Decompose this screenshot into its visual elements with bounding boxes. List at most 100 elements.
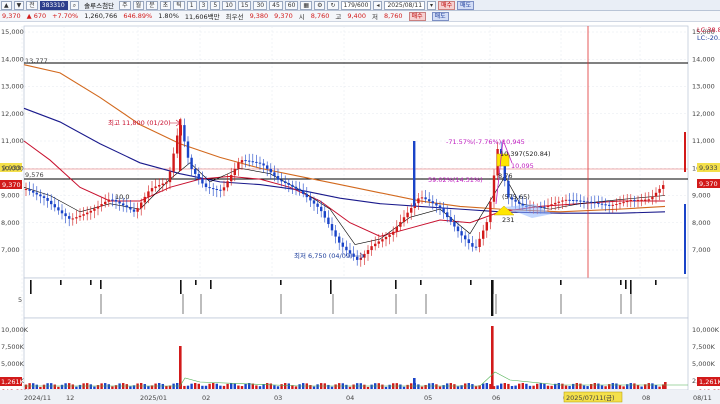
search-icon[interactable]: ⌕: [69, 0, 80, 10]
left-mark-resistance: 13,777: [25, 57, 48, 65]
candle-body: [222, 187, 226, 191]
candle-body: [86, 212, 89, 215]
mid-bar-dark: [30, 280, 32, 294]
volume-bar: [485, 383, 488, 389]
period-second-button[interactable]: 초: [159, 0, 172, 10]
volume-bar: [557, 383, 560, 389]
candle-body: [287, 183, 290, 185]
volume-bar: [172, 383, 175, 389]
candle-body: [276, 176, 280, 180]
ask-price: 9,380: [249, 12, 269, 20]
x-end-label: 08/11: [693, 394, 712, 402]
sell-button[interactable]: 매도: [457, 0, 475, 10]
interval-button-45[interactable]: 45: [269, 0, 283, 10]
candle-body: [474, 246, 478, 248]
candle-body: [492, 175, 496, 202]
candle-body: [370, 246, 373, 251]
mid-bar-gray: [200, 294, 202, 314]
interval-button-60[interactable]: 60: [284, 0, 299, 10]
arrow-down-button[interactable]: ▼: [13, 0, 25, 10]
quote-buy-button[interactable]: 매수: [408, 11, 426, 21]
period-month-button[interactable]: 월: [132, 0, 145, 10]
volume-bar: [586, 386, 589, 389]
volume-bar: [629, 383, 632, 389]
volume-bar: [615, 383, 618, 389]
volume-bar: [582, 385, 586, 389]
period-week-button[interactable]: 주: [119, 0, 131, 10]
buy-button[interactable]: 매수: [438, 0, 456, 10]
full-button[interactable]: 전: [26, 0, 38, 10]
price-tick-left: 13,000: [1, 83, 24, 91]
candle-body: [604, 204, 607, 206]
interval-button-5[interactable]: 5: [210, 0, 221, 10]
volume-bar: [327, 384, 330, 389]
candle-body: [640, 199, 643, 201]
stock-code-input[interactable]: 383310: [39, 0, 68, 10]
candle-body: [356, 256, 359, 260]
count-field[interactable]: 179/600: [340, 0, 372, 10]
mid-bar-gray: [182, 294, 184, 314]
interval-button-3[interactable]: 3: [198, 0, 209, 10]
volume-bar: [491, 326, 494, 389]
volume-bar: [147, 386, 150, 389]
candle-body: [255, 161, 258, 163]
candle-body: [39, 194, 42, 197]
candle-body: [75, 217, 78, 219]
min-mark-annotation: 10,0: [115, 193, 129, 201]
volume-bar: [276, 386, 280, 389]
volume-bar: [575, 383, 578, 389]
candle-body: [294, 186, 298, 189]
candle-body: [266, 165, 269, 169]
volume-bar: [572, 383, 575, 389]
candle-body: [597, 203, 600, 205]
candle-body: [230, 175, 233, 182]
pref-label: 최우선: [225, 13, 244, 21]
price-tick-left: 12,000: [1, 110, 24, 118]
volume-bar: [237, 385, 240, 389]
candle-body: [35, 192, 38, 195]
date-field[interactable]: 2025/08/11: [384, 0, 426, 10]
left-mark-support: 9,576: [25, 171, 44, 179]
stock-chart[interactable]: 최고 11,800 (01/20) 최저 6,750 (04/09) 59.02…: [0, 22, 720, 404]
volume-bar: [111, 386, 114, 389]
low-annotation: 최저 6,750 (04/09): [294, 251, 353, 260]
candle-body: [71, 218, 74, 220]
mid-bar-dark: [100, 280, 102, 289]
candle-body: [50, 200, 53, 205]
volume-bar: [309, 385, 312, 389]
ma-legend-2: LC:-20.55: [697, 34, 720, 42]
candle-body: [215, 188, 218, 190]
interval-button-15[interactable]: 15: [237, 0, 252, 10]
mid-bar-dark: [560, 280, 562, 285]
candle-body: [633, 199, 636, 201]
quote-sell-button[interactable]: 매도: [431, 11, 449, 21]
volume-tick-right: 10,000K: [692, 326, 720, 334]
volume-bar: [215, 383, 218, 389]
volume-bar: [593, 383, 596, 389]
val-annotation-1: 10,945: [502, 138, 525, 146]
candle-body: [467, 239, 470, 244]
volume-bar: [597, 383, 600, 389]
volume-bar: [208, 383, 211, 389]
candle-body: [651, 196, 654, 200]
candle-body: [129, 207, 132, 210]
open-label: 시: [298, 13, 305, 21]
interval-button-30[interactable]: 30: [253, 0, 268, 10]
prev-icon[interactable]: ◂: [373, 0, 383, 10]
period-minute-button[interactable]: 분: [146, 0, 158, 10]
candle-body: [478, 238, 481, 248]
calendar-icon[interactable]: ▦: [300, 0, 313, 10]
arrow-up-button[interactable]: ▲: [1, 0, 12, 10]
candle-body: [24, 188, 28, 191]
settings-icon[interactable]: ⚙: [314, 0, 326, 10]
interval-button-10[interactable]: 10: [222, 0, 236, 10]
refresh-icon[interactable]: ↻: [327, 0, 339, 10]
date-picker-icon[interactable]: ▾: [427, 0, 437, 10]
candle-body: [194, 168, 197, 174]
open-price: 8,760: [310, 12, 330, 20]
interval-button-1[interactable]: 1: [186, 0, 197, 10]
x-tick-label: 12: [66, 394, 74, 402]
period-tick-button[interactable]: 틱: [173, 0, 185, 10]
volume-tick-left: 5,000K: [1, 360, 25, 368]
candle-body: [662, 185, 665, 189]
